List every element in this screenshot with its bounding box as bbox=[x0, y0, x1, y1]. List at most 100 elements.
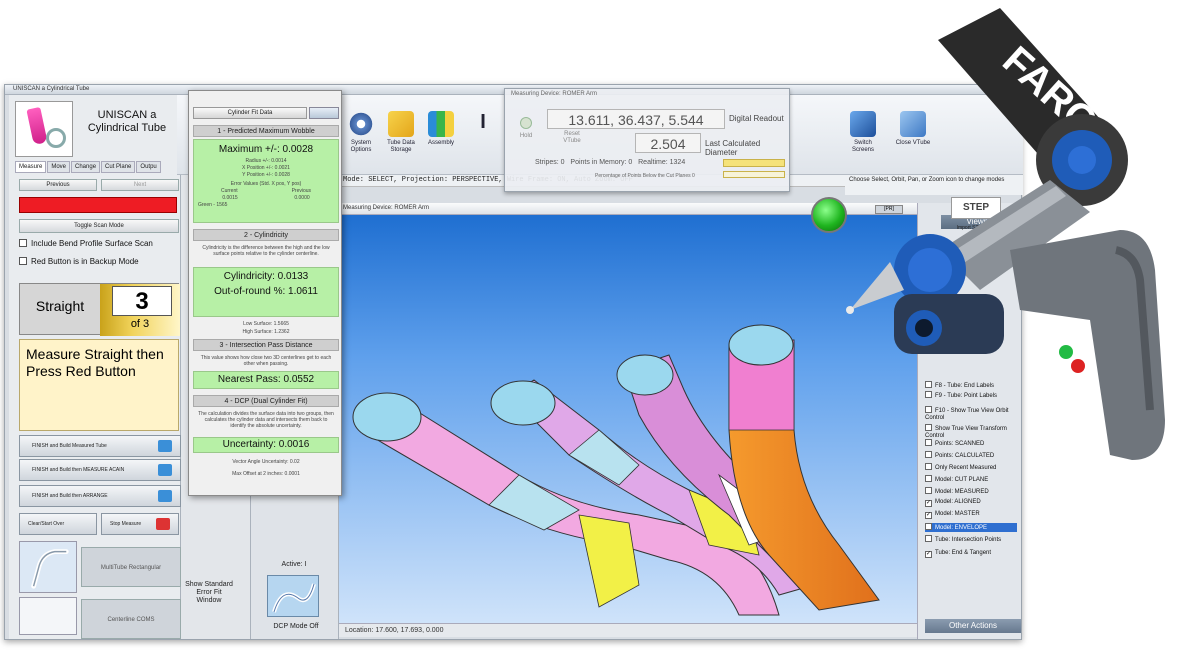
text-cursor-button[interactable]: I bbox=[463, 111, 503, 171]
checkbox-icon[interactable] bbox=[925, 487, 932, 494]
tab-output[interactable]: Outpu bbox=[136, 161, 161, 173]
display-option-item[interactable]: ✓ Model: ALIGNED bbox=[925, 499, 1017, 507]
vector-angle-uncertainty: Vector Angle Uncertainty: 0.02 bbox=[232, 459, 300, 465]
cylinder-fit-header[interactable]: Cylinder Fit Data bbox=[193, 107, 307, 119]
panel-title-line1: UNISCAN a bbox=[97, 109, 157, 121]
system-options-label: System Options bbox=[350, 140, 372, 153]
checkbox-icon[interactable]: ✓ bbox=[925, 551, 932, 558]
toggle-scan-mode-button[interactable]: Toggle Scan Mode bbox=[19, 219, 179, 233]
dcp-mode-icon[interactable] bbox=[267, 575, 319, 617]
hold-icon bbox=[520, 117, 532, 129]
checkbox-icon[interactable] bbox=[925, 381, 932, 388]
checkbox-icon[interactable] bbox=[925, 475, 932, 482]
backup-mode-label: Red Button is in Backup Mode bbox=[31, 257, 139, 266]
finish-measure-again-button[interactable]: FINISH and Build then MEASURE ACAIN bbox=[19, 459, 181, 481]
display-option-item[interactable]: ✓ Model: MASTER bbox=[925, 511, 1017, 519]
checkbox-icon[interactable] bbox=[925, 439, 932, 446]
current-value: 0.0015 bbox=[222, 195, 238, 201]
diameter-label: Last Calculated Diameter bbox=[705, 139, 761, 157]
finish-build-measured-button[interactable]: FINISH and Build Measured Tube bbox=[19, 435, 181, 457]
bent-tube-thumbnail[interactable] bbox=[19, 541, 77, 593]
checkbox-icon[interactable] bbox=[925, 523, 932, 530]
checkbox-icon[interactable] bbox=[925, 451, 932, 458]
measuring-device-title: Measuring Device: ROMER Arm bbox=[511, 91, 598, 97]
map-thumbnail[interactable] bbox=[19, 597, 77, 635]
checkbox-icon[interactable] bbox=[925, 424, 932, 431]
window-title: UNISCAN a Cylindrical Tube bbox=[13, 86, 90, 92]
checkbox-icon[interactable] bbox=[925, 535, 932, 542]
section-intersection-title: 3 - Intersection Pass Distance bbox=[193, 339, 339, 351]
display-option-label: Model: ENVELOPE bbox=[935, 525, 988, 531]
step-indicator: Straight 3 of 3 bbox=[19, 283, 180, 336]
display-option-item[interactable]: Show True View Transform Control bbox=[925, 424, 1017, 440]
current-label: Current bbox=[220, 188, 238, 194]
section-wobble-title: 1 - Predicted Maximum Wobble bbox=[193, 125, 339, 137]
display-option-item[interactable]: F10 - Show True View Orbit Control bbox=[925, 406, 1017, 422]
step-word: Straight bbox=[35, 298, 85, 314]
display-option-item[interactable]: ✓ Tube: End & Tangent bbox=[925, 550, 1017, 558]
3d-viewport[interactable] bbox=[339, 215, 917, 623]
other-actions-button[interactable]: Other Actions bbox=[925, 619, 1021, 633]
hold-button[interactable]: Hold bbox=[515, 117, 537, 147]
checkbox-icon[interactable] bbox=[925, 406, 932, 413]
multitube-rectangular-button[interactable]: MultiTube Rectangular bbox=[81, 547, 181, 587]
checkbox-icon[interactable]: ✓ bbox=[925, 512, 932, 519]
tab-change[interactable]: Change bbox=[71, 161, 101, 173]
tab-measure[interactable]: Measure bbox=[15, 161, 47, 173]
diameter-value: 2.504 bbox=[635, 133, 701, 153]
error-values-header: Error Values (Std. X pos, Y pos) bbox=[230, 181, 302, 187]
checkbox-icon[interactable] bbox=[925, 463, 932, 470]
close-vtube-button[interactable]: Close VTube bbox=[893, 111, 933, 171]
panel-title: UNISCAN a Cylindrical Tube bbox=[75, 109, 179, 135]
finish-arrange-button[interactable]: FINISH and Build then ARRANGE bbox=[19, 485, 181, 507]
display-option-item[interactable]: Points: CALCULATED bbox=[925, 451, 1017, 460]
tube-data-storage-button[interactable]: Tube Data Storage bbox=[381, 111, 421, 171]
display-option-label: Points: SCANNED bbox=[935, 441, 985, 447]
intersection-results: Nearest Pass: 0.0552 bbox=[193, 371, 339, 389]
screenshot-stage: UNISCAN a Cylindrical Tube UNISCAN a Cyl… bbox=[0, 0, 1200, 650]
finish-build-label: FINISH and Build Measured Tube bbox=[32, 443, 107, 449]
display-option-item[interactable]: F8 - Tube: End Labels bbox=[925, 381, 1017, 390]
step-logo[interactable]: STEP bbox=[951, 197, 1001, 219]
centerline-button[interactable]: Centerline COMS bbox=[81, 599, 181, 639]
arrow-icon bbox=[158, 464, 172, 476]
previous-button[interactable]: Previous bbox=[19, 179, 97, 191]
text-cursor-icon: I bbox=[480, 111, 486, 133]
system-options-button[interactable]: System Options bbox=[341, 111, 381, 171]
previous-value: 0.0000 bbox=[294, 195, 310, 201]
reset-vtube-button[interactable]: Reset VTube bbox=[557, 131, 587, 145]
display-option-item[interactable]: Points: SCANNED bbox=[925, 439, 1017, 448]
tab-move[interactable]: Move bbox=[47, 161, 71, 173]
display-option-label: Tube: End & Tangent bbox=[935, 550, 992, 556]
display-option-item[interactable]: Model: MEASURED bbox=[925, 487, 1017, 496]
backup-mode-checkbox[interactable]: Red Button is in Backup Mode bbox=[19, 257, 139, 266]
assembly-button[interactable]: Assembly bbox=[421, 111, 461, 171]
checkbox-icon[interactable] bbox=[925, 391, 932, 398]
display-option-item[interactable]: Only Recent Measured bbox=[925, 463, 1017, 472]
display-option-item[interactable]: F9 - Tube: Point Labels bbox=[925, 391, 1017, 400]
display-option-label: Points: CALCULATED bbox=[935, 453, 995, 459]
stop-measure-button[interactable]: Stop Measure bbox=[101, 513, 179, 535]
next-button[interactable]: Next bbox=[101, 179, 179, 191]
tab-cut-plane[interactable]: Cut Plane bbox=[101, 161, 136, 173]
show-standard-error-button[interactable]: Show Standard Error Fit Window bbox=[185, 581, 233, 605]
uniscan-icon bbox=[15, 101, 73, 157]
clear-start-over-button[interactable]: Clear/Start Over bbox=[19, 513, 97, 535]
switch-screens-icon bbox=[850, 111, 876, 137]
bend-profile-checkbox[interactable]: Include Bend Profile Surface Scan bbox=[19, 239, 153, 248]
section-cylindricity-title: 2 - Cylindricity bbox=[193, 229, 339, 241]
display-option-item[interactable]: Model: ENVELOPE bbox=[925, 523, 1017, 532]
step-of: of 3 bbox=[130, 318, 150, 330]
display-option-item[interactable]: Tube: Intersection Points bbox=[925, 535, 1017, 544]
display-option-item[interactable]: Model: CUT PLANE bbox=[925, 475, 1017, 484]
digital-readout-value: 13.611, 36.437, 5.544 bbox=[547, 109, 725, 129]
switch-screens-button[interactable]: Switch Screens bbox=[843, 111, 883, 171]
checkbox-icon[interactable]: ✓ bbox=[925, 500, 932, 507]
display-option-label: Show True View Transform Control bbox=[925, 426, 1007, 439]
viewport-projection-button[interactable]: [PR] bbox=[875, 205, 903, 214]
folder-icon bbox=[388, 111, 414, 137]
digital-readout-label: Digital Readout bbox=[729, 114, 784, 123]
cylinder-fit-close[interactable] bbox=[309, 107, 339, 119]
measuring-device-panel: Measuring Device: ROMER Arm Hold 13.611,… bbox=[504, 88, 790, 192]
display-option-label: F8 - Tube: End Labels bbox=[935, 383, 995, 389]
